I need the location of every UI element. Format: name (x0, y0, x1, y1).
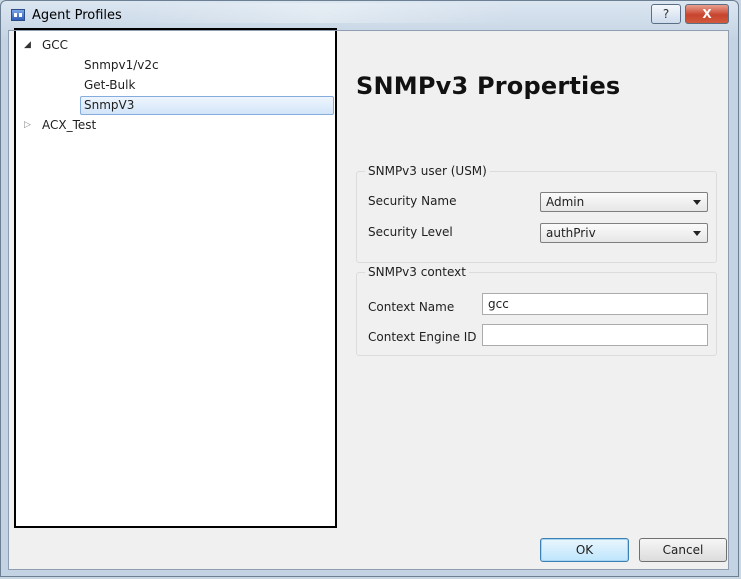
ok-button[interactable]: OK (540, 538, 629, 562)
context-group-title: SNMPv3 context (365, 265, 469, 279)
context-name-label: Context Name (368, 300, 455, 314)
tree-node-acx-test[interactable]: ▷ ACX_Test (24, 116, 324, 134)
security-name-label: Security Name (368, 194, 457, 208)
collapsed-triangle-icon[interactable]: ▷ (24, 116, 31, 134)
usm-group-title: SNMPv3 user (USM) (365, 164, 490, 178)
chevron-down-icon (693, 231, 701, 236)
expanded-triangle-icon[interactable]: ◢ (24, 36, 31, 54)
tree-node-gcc-label: GCC (42, 38, 69, 52)
title-bar-glass (131, 3, 511, 23)
properties-title: SNMPv3 Properties (356, 72, 621, 100)
tree-node-label: Get-Bulk (84, 78, 136, 92)
security-level-label: Security Level (368, 225, 453, 239)
security-name-value: Admin (546, 195, 585, 209)
app-icon (11, 9, 25, 21)
tree-node-snmpv3[interactable]: SnmpV3 (84, 96, 324, 114)
cancel-button[interactable]: Cancel (639, 538, 727, 562)
tree-node-get-bulk[interactable]: Get-Bulk (84, 76, 324, 94)
tree-node-label: Snmpv1/v2c (84, 58, 159, 72)
usm-group: SNMPv3 user (USM) Security Name Admin Se… (356, 164, 717, 263)
context-group: SNMPv3 context Context Name gcc Context … (356, 265, 717, 356)
close-button[interactable]: X (685, 4, 729, 24)
security-level-select[interactable]: authPriv (540, 223, 708, 243)
security-level-value: authPriv (546, 226, 596, 240)
tree-node-snmpv1v2c[interactable]: Snmpv1/v2c (84, 56, 324, 74)
tree-node-label: SnmpV3 (84, 98, 135, 112)
chevron-down-icon (693, 200, 701, 205)
profile-tree[interactable]: ◢ GCC Snmpv1/v2c Get-Bulk SnmpV3 ▷ ACX_T… (14, 28, 337, 528)
window-title: Agent Profiles (32, 8, 122, 23)
title-bar[interactable]: Agent Profiles ? X (1, 1, 738, 31)
engine-id-field[interactable] (482, 324, 708, 346)
tree-node-gcc[interactable]: ◢ GCC (24, 36, 324, 54)
help-button[interactable]: ? (651, 4, 681, 24)
security-name-select[interactable]: Admin (540, 192, 708, 212)
context-name-field[interactable]: gcc (482, 293, 708, 315)
engine-id-label: Context Engine ID (368, 330, 477, 344)
tree-node-acx-test-label: ACX_Test (42, 118, 97, 132)
